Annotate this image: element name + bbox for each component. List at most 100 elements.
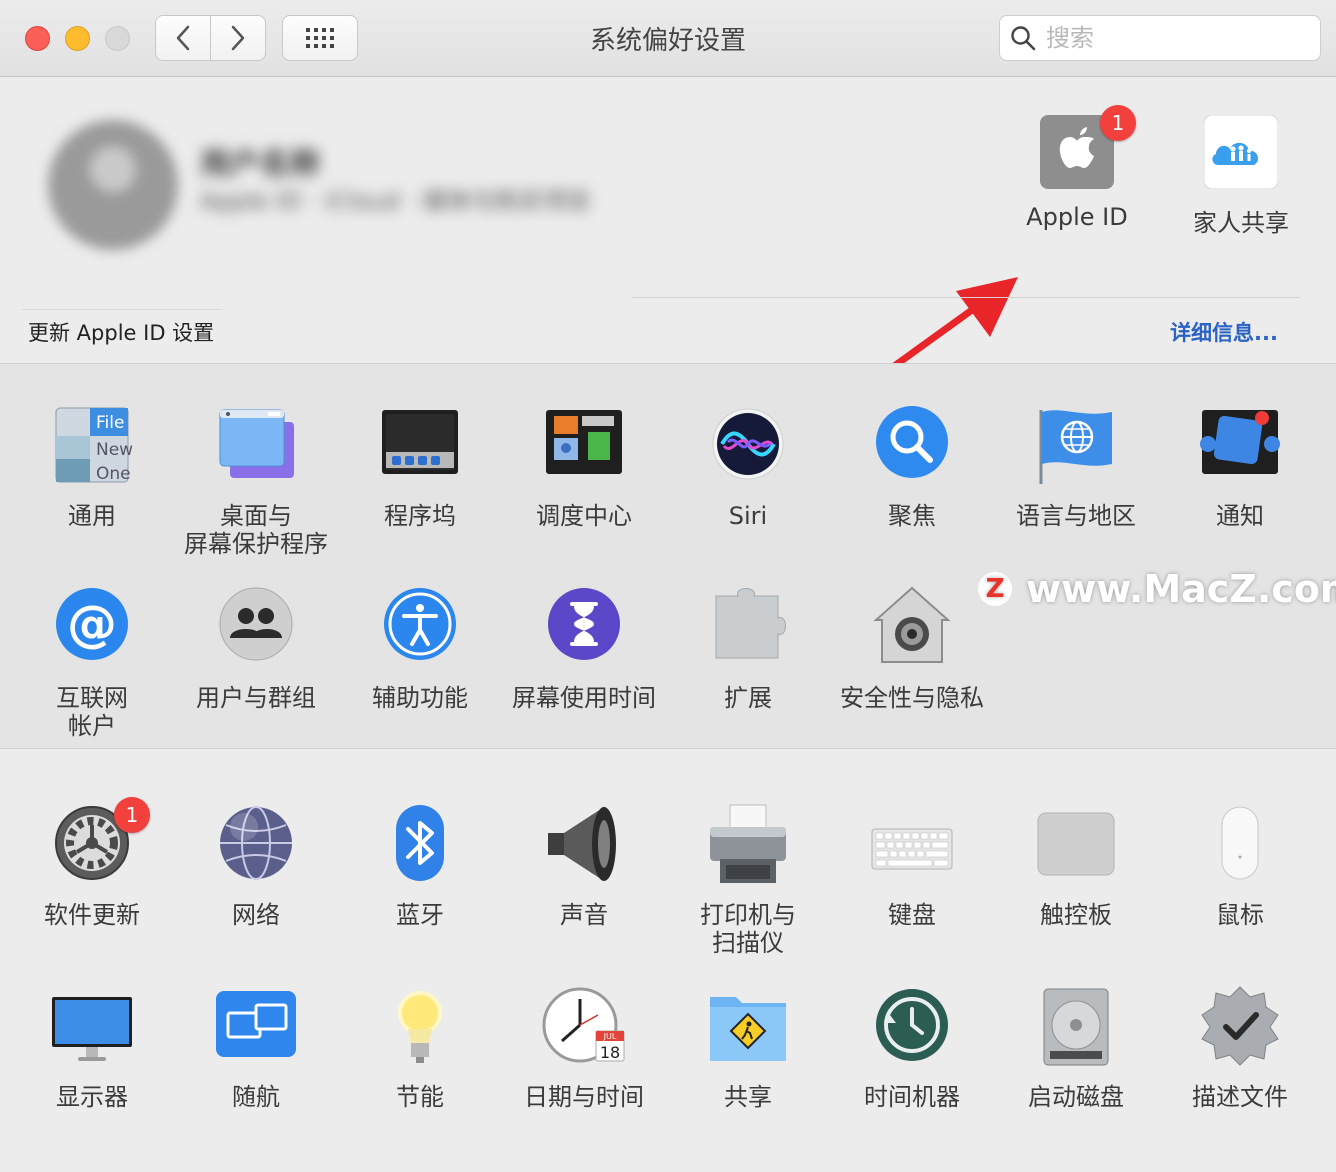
pref-users-groups[interactable]: 用户与群组 bbox=[174, 586, 338, 712]
time-machine-icon bbox=[870, 985, 954, 1069]
system-preferences-window: 系统偏好设置 用户名称 Apple ID · iCloud · 媒体与购买项目 … bbox=[0, 0, 1336, 1172]
pref-sharing[interactable]: 共享 bbox=[666, 985, 830, 1111]
personal-prefs-section: File New One 通用 桌面与 屏幕保护程序 程序坞 调度中心 Siri… bbox=[0, 363, 1336, 749]
pref-mouse[interactable]: 鼠标 bbox=[1158, 803, 1322, 929]
pref-general[interactable]: File New One 通用 bbox=[10, 404, 174, 530]
pref-label: 语言与地区 bbox=[1016, 502, 1136, 530]
avatar[interactable] bbox=[48, 120, 178, 250]
accessibility-icon bbox=[378, 586, 462, 670]
pref-label: 扩展 bbox=[724, 684, 772, 712]
title-bar: 系统偏好设置 bbox=[0, 0, 1336, 77]
pref-time-machine[interactable]: 时间机器 bbox=[830, 985, 994, 1111]
pref-apple-id[interactable]: 1 Apple ID bbox=[1002, 105, 1152, 231]
pref-sidecar[interactable]: 随航 bbox=[174, 985, 338, 1111]
pref-network[interactable]: 网络 bbox=[174, 803, 338, 929]
pref-label: 随航 bbox=[232, 1083, 280, 1111]
keyboard-icon bbox=[870, 803, 954, 887]
general-icon-file-text: File bbox=[96, 413, 124, 433]
watermark-logo: Z bbox=[978, 572, 1012, 606]
pref-label: 共享 bbox=[724, 1083, 772, 1111]
pref-label: 键盘 bbox=[888, 901, 936, 929]
pref-printers-scanners[interactable]: 打印机与 扫描仪 bbox=[666, 803, 830, 957]
security-privacy-icon bbox=[870, 586, 954, 670]
spotlight-icon bbox=[870, 404, 954, 488]
pref-label: Apple ID bbox=[1026, 203, 1128, 231]
trackpad-icon bbox=[1034, 803, 1118, 887]
pref-label: 调度中心 bbox=[536, 502, 632, 530]
pref-label: 时间机器 bbox=[864, 1083, 960, 1111]
pref-screen-time[interactable]: 屏幕使用时间 bbox=[502, 586, 666, 712]
pref-label: 鼠标 bbox=[1216, 901, 1264, 929]
pref-language-region[interactable]: 语言与地区 bbox=[994, 404, 1158, 530]
pref-dock[interactable]: 程序坞 bbox=[338, 404, 502, 530]
pref-spotlight[interactable]: 聚焦 bbox=[830, 404, 994, 530]
pref-label: 软件更新 bbox=[44, 901, 140, 929]
displays-icon bbox=[50, 985, 134, 1069]
pref-desktop-screensaver[interactable]: 桌面与 屏幕保护程序 bbox=[174, 404, 338, 558]
pref-keyboard[interactable]: 键盘 bbox=[830, 803, 994, 929]
search-field[interactable] bbox=[999, 15, 1321, 61]
pref-label: 打印机与 扫描仪 bbox=[700, 901, 796, 957]
watermark-text: www.MacZ.com bbox=[1026, 567, 1336, 611]
notification-badge: 1 bbox=[1100, 105, 1136, 141]
software-update-icon: 1 bbox=[50, 797, 150, 887]
pref-label: 声音 bbox=[560, 901, 608, 929]
pref-label: 辅助功能 bbox=[372, 684, 468, 712]
watermark: Z www.MacZ.com bbox=[978, 567, 1336, 611]
mouse-icon bbox=[1198, 803, 1282, 887]
pref-software-update[interactable]: 1 软件更新 bbox=[10, 797, 174, 929]
pref-startup-disk[interactable]: 启动磁盘 bbox=[994, 985, 1158, 1111]
users-groups-icon bbox=[214, 586, 298, 670]
apple-id-icon: 1 bbox=[1040, 105, 1136, 189]
account-detail: Apple ID · iCloud · 媒体与购买项目 bbox=[200, 187, 591, 215]
general-icon-one-text: One bbox=[96, 464, 131, 484]
desktop-screensaver-icon bbox=[214, 404, 298, 488]
pref-extensions[interactable]: 扩展 bbox=[666, 586, 830, 712]
date-time-icon: JUL 18 bbox=[542, 985, 626, 1069]
pref-label: 互联网 帐户 bbox=[56, 684, 128, 740]
profiles-icon bbox=[1198, 985, 1282, 1069]
pref-label: 用户与群组 bbox=[196, 684, 316, 712]
pref-notifications[interactable]: 通知 bbox=[1158, 404, 1322, 530]
calendar-month-text: JUL bbox=[603, 1032, 617, 1041]
pref-label: 描述文件 bbox=[1192, 1083, 1288, 1111]
screen-time-icon bbox=[542, 586, 626, 670]
pref-label: 触控板 bbox=[1040, 901, 1112, 929]
pref-label: Siri bbox=[728, 502, 768, 530]
pref-label: 聚焦 bbox=[888, 502, 936, 530]
pref-label: 显示器 bbox=[56, 1083, 128, 1111]
details-link[interactable]: 详细信息... bbox=[1170, 317, 1278, 347]
pref-label: 蓝牙 bbox=[396, 901, 444, 929]
pref-accessibility[interactable]: 辅助功能 bbox=[338, 586, 502, 712]
account-name: 用户名称 bbox=[200, 147, 320, 182]
pref-label: 通知 bbox=[1216, 502, 1264, 530]
account-section: 用户名称 Apple ID · iCloud · 媒体与购买项目 1 Apple… bbox=[0, 77, 1336, 399]
internet-accounts-icon: @ bbox=[50, 586, 134, 670]
pref-energy-saver[interactable]: 节能 bbox=[338, 985, 502, 1111]
pref-sound[interactable]: 声音 bbox=[502, 803, 666, 929]
pref-label: 屏幕使用时间 bbox=[512, 684, 656, 712]
pref-mission-control[interactable]: 调度中心 bbox=[502, 404, 666, 530]
sharing-icon bbox=[706, 985, 790, 1069]
pref-label: 安全性与隐私 bbox=[840, 684, 984, 712]
mission-control-icon bbox=[542, 404, 626, 488]
pref-internet-accounts[interactable]: @ 互联网 帐户 bbox=[10, 586, 174, 740]
pref-profiles[interactable]: 描述文件 bbox=[1158, 985, 1322, 1111]
pref-trackpad[interactable]: 触控板 bbox=[994, 803, 1158, 929]
pref-siri[interactable]: Siri bbox=[666, 404, 830, 530]
pref-date-time[interactable]: JUL 18 日期与时间 bbox=[502, 985, 666, 1111]
language-region-icon bbox=[1034, 404, 1118, 488]
pref-label: 日期与时间 bbox=[524, 1083, 644, 1111]
pref-security-privacy[interactable]: 安全性与隐私 bbox=[830, 586, 994, 712]
pref-label: 网络 bbox=[232, 901, 280, 929]
pref-bluetooth[interactable]: 蓝牙 bbox=[338, 803, 502, 929]
hardware-prefs-section: 1 软件更新 网络 蓝牙 声音 打印机与 扫描仪 键盘 触控板 鼠标 显示器 随… bbox=[0, 749, 1336, 1172]
notifications-icon bbox=[1198, 404, 1282, 488]
pref-family-sharing[interactable]: 家人共享 bbox=[1166, 114, 1316, 238]
search-input[interactable] bbox=[1044, 23, 1308, 53]
search-icon bbox=[1011, 26, 1036, 51]
extensions-icon bbox=[706, 586, 790, 670]
pref-displays[interactable]: 显示器 bbox=[10, 985, 174, 1111]
divider bbox=[22, 309, 222, 310]
energy-saver-icon bbox=[378, 985, 462, 1069]
